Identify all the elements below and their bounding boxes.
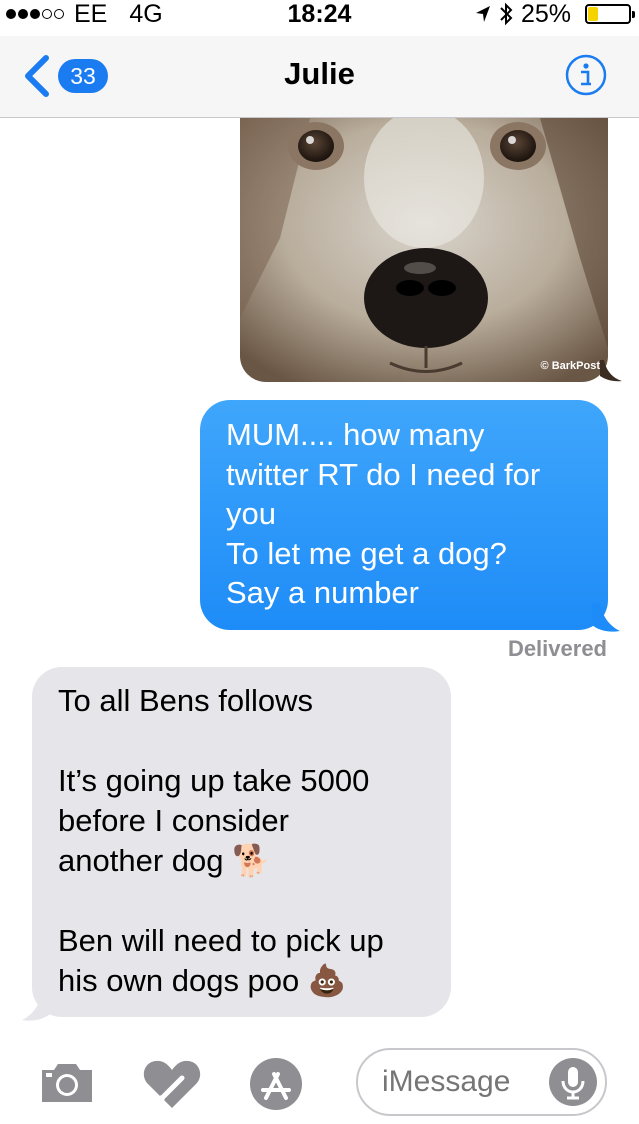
received-message-line: It’s going up take 5000 before I conside… <box>58 761 425 881</box>
image-message[interactable]: © BarkPost <box>240 118 608 382</box>
received-message-line: To all Bens follows <box>58 683 314 718</box>
camera-icon[interactable] <box>38 1060 96 1104</box>
photo-watermark: © BarkPost <box>540 360 600 372</box>
delivery-status: Delivered <box>507 636 607 661</box>
received-message-line: Ben will need to pick up his own dogs po… <box>58 921 425 1001</box>
status-bar: EE 4G 18:24 25% <box>0 0 639 36</box>
received-message-bubble[interactable]: To all Bens follows It’s going up take 5… <box>32 667 451 1017</box>
conversation-title: Julie <box>284 56 355 91</box>
digital-touch-icon[interactable] <box>142 1058 202 1110</box>
bluetooth-icon <box>500 2 513 26</box>
info-icon[interactable] <box>565 54 607 96</box>
microphone-button[interactable] <box>549 1058 597 1106</box>
received-message-text: It’s going up take 5000 before I conside… <box>58 763 370 878</box>
message-text-field[interactable] <box>382 1050 532 1114</box>
imessage-input[interactable] <box>356 1048 607 1116</box>
input-bar <box>0 1030 639 1124</box>
dog-photo <box>240 118 608 382</box>
microphone-icon <box>561 1067 585 1100</box>
battery-level <box>588 7 598 21</box>
app-store-icon[interactable] <box>248 1056 304 1112</box>
sent-message-text: MUM.... how many twitter RT do I need fo… <box>226 417 541 610</box>
status-right: 25% <box>475 0 635 28</box>
bubble-tail <box>22 992 50 1021</box>
dog-emoji: 🐕 <box>232 843 271 878</box>
sent-message-bubble[interactable]: MUM.... how many twitter RT do I need fo… <box>200 400 608 630</box>
battery-icon <box>585 4 635 24</box>
bubble-tail <box>600 360 622 382</box>
nav-bar: 33 Julie <box>0 36 639 118</box>
bubble-tail <box>592 603 620 632</box>
poo-emoji: 💩 <box>307 963 347 998</box>
battery-percent: 25% <box>520 0 571 28</box>
location-icon <box>475 6 490 22</box>
